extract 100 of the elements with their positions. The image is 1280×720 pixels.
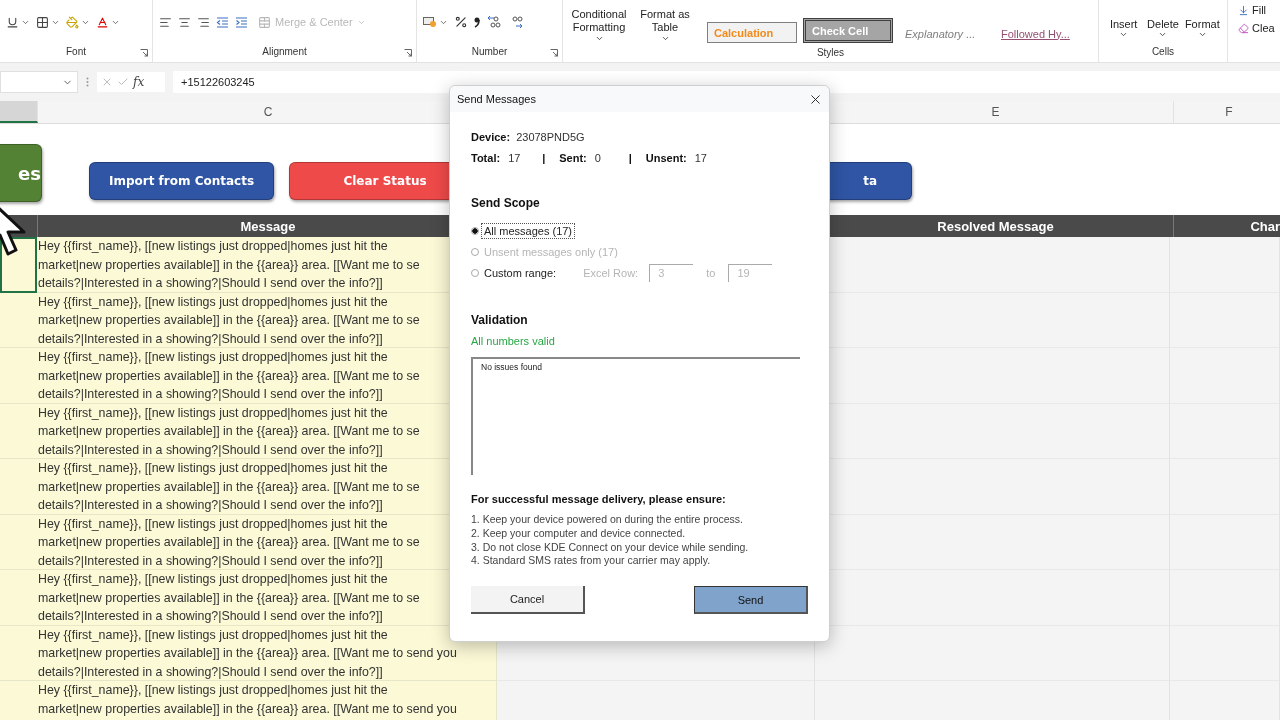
message-text: market|new properties available]] in the {{area}} area. [[Want me to send you	[38, 645, 457, 662]
percent-icon[interactable]	[454, 15, 468, 29]
fill-down-icon	[1238, 4, 1249, 16]
underline-button[interactable]	[6, 15, 30, 29]
column-heading: Char	[1250, 218, 1280, 234]
message-text: market|new properties available]] in the {{area}} area. [[Want me to se	[38, 423, 420, 440]
currency-format-button[interactable]	[423, 16, 448, 28]
cells-button[interactable]: Format	[1183, 5, 1221, 39]
message-text: market|new properties available]] in the {{area}} area. [[Want me to send you	[38, 700, 457, 718]
stat-label: Sent:	[559, 151, 587, 164]
radio-label[interactable]: All messages (17)	[482, 223, 575, 238]
radio-button[interactable]	[471, 226, 479, 235]
message-text: details?|Interested in a showing?|Should I send over the info?]]	[38, 441, 383, 459]
cell-style[interactable]: Explanatory ...	[899, 24, 989, 43]
message-text: Hey {{first_name}}, [[new listings just dropped|homes just hit the	[38, 682, 388, 699]
message-text: market|new properties available]] in the {{area}} area. [[Want me to se	[38, 367, 420, 385]
align-center-icon[interactable]	[178, 15, 191, 29]
message-text: Hey {{first_name}}, [[new listings just dropped|homes just hit the	[38, 460, 388, 477]
device-name: 23078PND5G	[516, 130, 585, 143]
group-label: Styles	[816, 46, 845, 60]
message-text: details?|Interested in a showing?|Should I send over the info?]]	[38, 275, 383, 292]
message-text: details?|Interested in a showing?|Should I send over the info?]]	[38, 663, 383, 681]
cancel-button[interactable]: Cancel	[471, 586, 585, 615]
cell-style[interactable]: Followed Hy...	[995, 24, 1085, 43]
insert-function-button[interactable]: fx	[133, 75, 145, 89]
cancel-icon[interactable]	[101, 76, 113, 88]
separator-text: |	[628, 151, 632, 164]
range-label: to	[706, 266, 716, 279]
merge-icon	[258, 15, 271, 29]
message-text: Hey {{first_name}}, [[new listings just dropped|homes just hit the	[38, 404, 388, 422]
notice-item: 4. Standard SMS rates from your carrier may apply.	[471, 554, 712, 569]
message-text: Hey {{first_name}}, [[new listings just dropped|homes just hit the	[38, 515, 388, 533]
enter-icon[interactable]	[117, 76, 129, 88]
grip-icon	[86, 77, 89, 87]
stat-value: 0	[594, 151, 602, 164]
validation-log-field[interactable]: No issues found	[471, 357, 800, 475]
radio-label[interactable]: Custom range:	[482, 265, 559, 280]
font-color-button[interactable]	[96, 15, 120, 29]
fill-color-button[interactable]	[66, 15, 90, 29]
editing-button[interactable]: Clea	[1238, 22, 1275, 34]
decrease-indent-icon[interactable]	[216, 15, 229, 29]
dialog-launcher-icon[interactable]	[404, 49, 412, 57]
stat-label: Unsent:	[645, 151, 687, 164]
message-text: market|new properties available]] in the {{area}} area. [[Want me to se	[38, 589, 420, 607]
message-text: market|new properties available]] in the {{area}} area. [[Want me to se	[38, 256, 420, 274]
editing-button[interactable]: Fill	[1238, 4, 1267, 16]
stat-value: 17	[694, 151, 708, 164]
stat-label: Total:	[471, 151, 501, 164]
separator-text: |	[542, 151, 546, 164]
message-text: Hey {{first_name}}, [[new listings just dropped|homes just hit the	[38, 293, 388, 311]
format-as-table-button[interactable]: Format as Table	[635, 8, 695, 43]
name-box[interactable]	[0, 71, 78, 93]
borders-button[interactable]	[36, 15, 60, 29]
validation-status: All numbers valid	[471, 335, 556, 347]
group-label: Alignment	[262, 45, 307, 59]
group-label: Number	[471, 45, 508, 59]
message-text: market|new properties available]] in the {{area}} area. [[Want me to se	[38, 534, 420, 551]
message-text: details?|Interested in a showing?|Should I send over the info?]]	[38, 497, 383, 514]
send-button[interactable]: Send	[694, 586, 808, 615]
message-text: details?|Interested in a showing?|Should I send over the info?]]	[38, 552, 383, 570]
message-text: Hey {{first_name}}, [[new listings just dropped|homes just hit the	[38, 238, 388, 255]
column-letter[interactable]: C	[263, 105, 273, 119]
conditional-formatting-button[interactable]: Conditional Formatting	[569, 8, 629, 43]
notice-item: 2. Keep your computer and device connected.	[471, 526, 687, 541]
notice-heading: For successful message delivery, please ensure:	[471, 493, 727, 505]
message-text: Hey {{first_name}}, [[new listings just dropped|homes just hit the	[38, 571, 388, 588]
notice-item: 3. Do not close KDE Connect on your device while sending.	[471, 540, 750, 555]
column-heading: Message	[240, 218, 296, 234]
column-letter[interactable]: F	[1225, 105, 1233, 119]
dialog-launcher-icon[interactable]	[140, 49, 148, 57]
increase-decimal-icon[interactable]	[486, 15, 502, 29]
message-text: details?|Interested in a showing?|Should I send over the info?]]	[38, 608, 383, 625]
action-button[interactable]: es	[0, 144, 42, 202]
message-text: details?|Interested in a showing?|Should I send over the info?]]	[38, 330, 383, 348]
cells-button[interactable]: Insert	[1105, 5, 1143, 39]
message-text: details?|Interested in a showing?|Should I send over the info?]]	[38, 386, 383, 403]
message-text: Hey {{first_name}}, [[new listings just dropped|homes just hit the	[38, 626, 388, 644]
cells-button[interactable]: Delete	[1144, 5, 1182, 39]
notice-item: 1. Keep your device powered on during the entire process.	[471, 513, 744, 527]
message-text: market|new properties available]] in the {{area}} area. [[Want me to se	[38, 478, 420, 496]
caret-icon	[594, 34, 604, 43]
column-header[interactable]	[0, 101, 38, 123]
action-button[interactable]: Import from Contacts	[89, 162, 274, 200]
column-heading: Resolved Message	[937, 218, 1054, 234]
message-cell[interactable]	[37, 625, 497, 681]
caret-icon	[660, 34, 670, 43]
increase-indent-icon[interactable]	[235, 15, 248, 29]
eraser-icon	[1238, 22, 1249, 34]
dialog-title: Send Messages	[457, 93, 536, 105]
message-text: Hey {{first_name}}, [[new listings just dropped|homes just hit the	[38, 349, 388, 366]
group-label: Font	[66, 45, 86, 59]
column-letter[interactable]: E	[991, 105, 1000, 119]
comma-style-icon[interactable]	[474, 16, 480, 28]
message-cell[interactable]: Hey {{first_name}}, [[new listings just dropped|homes just hit the market|new properties available]] in the {{area}} area. [[Want me to send you	[37, 681, 497, 720]
field-label: Device:	[471, 130, 511, 143]
align-left-icon[interactable]	[159, 15, 172, 29]
stat-value: 17	[508, 151, 522, 164]
align-right-icon[interactable]	[197, 15, 210, 29]
radio-button[interactable]	[471, 268, 479, 277]
dialog-launcher-icon[interactable]	[550, 49, 558, 57]
